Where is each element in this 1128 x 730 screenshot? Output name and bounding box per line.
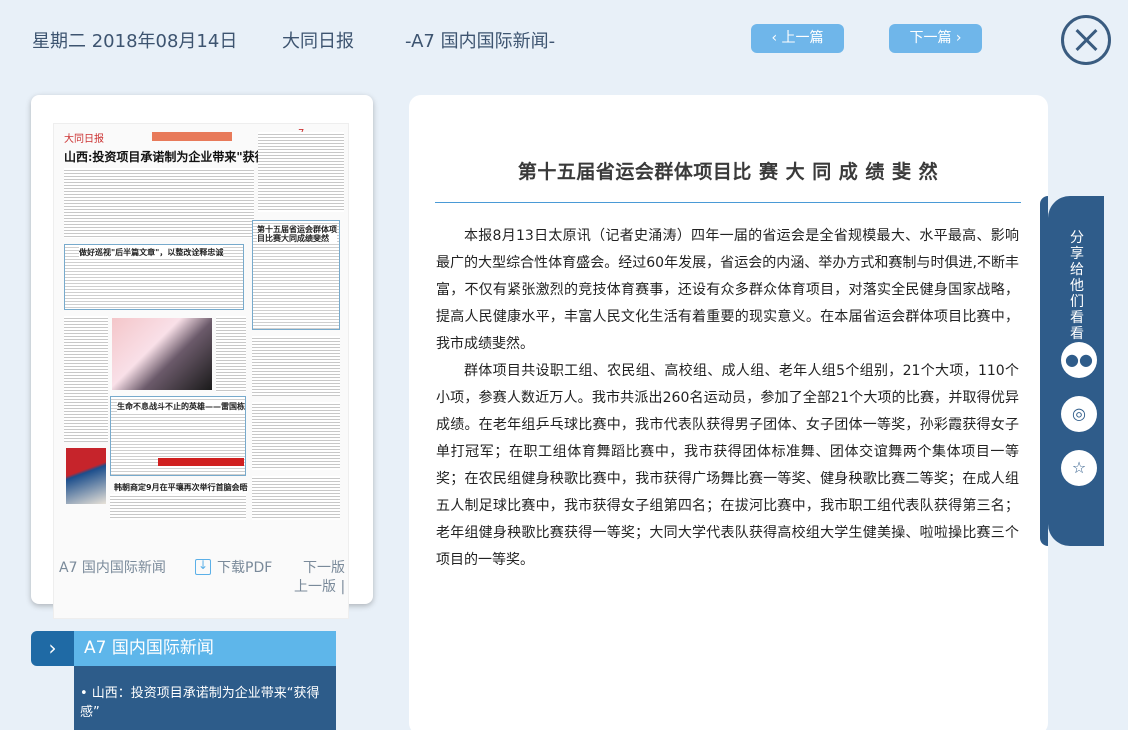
article-list: • 山西：投资项目承诺制为企业带来“获得感” bbox=[74, 666, 336, 730]
top-bar: 星期二 2018年08月14日 大同日报 -A7 国内国际新闻- ‹ 上一篇 下… bbox=[0, 0, 1128, 80]
thumbnail-photo bbox=[112, 318, 212, 390]
issue-date: 星期二 2018年08月14日 bbox=[32, 31, 238, 52]
thumbnail-section-bar bbox=[152, 132, 232, 141]
thumbnail-portrait-photo bbox=[66, 448, 106, 504]
chevron-right-icon: › bbox=[31, 631, 74, 666]
article-body: 本报8月13日太原讯（记者史涌涛）四年一届的省运会是全省规模最大、水平最高、影响… bbox=[436, 223, 1019, 574]
thumbnail-box-title: 做好巡视"后半篇文章"，以整改诠释忠诚 bbox=[79, 247, 224, 258]
newspaper-page-thumbnail[interactable]: 大同日报 7 山西:投资项目承诺制为企业带来"获得感" 做好巡视"后半篇文章"，… bbox=[53, 123, 349, 619]
next-page-link[interactable]: 下一版 bbox=[303, 557, 345, 577]
article-list-header[interactable]: › A7 国内国际新闻 bbox=[31, 631, 336, 666]
thumbnail-text-block bbox=[252, 476, 340, 520]
thumbnail-text-block bbox=[258, 132, 344, 212]
newspaper-name: 大同日报 bbox=[282, 31, 354, 52]
page-section-label: A7 国内国际新闻 bbox=[59, 560, 166, 576]
close-icon[interactable] bbox=[1061, 15, 1111, 65]
thumbnail-masthead: 大同日报 bbox=[64, 134, 104, 145]
thumbnail-red-banner bbox=[158, 458, 244, 466]
weibo-icon[interactable]: ◎ bbox=[1061, 396, 1097, 432]
prev-article-button[interactable]: ‹ 上一篇 bbox=[751, 24, 844, 53]
article-paragraph: 本报8月13日太原讯（记者史涌涛）四年一届的省运会是全省规模最大、水平最高、影响… bbox=[436, 228, 1019, 352]
thumbnail-text-block bbox=[110, 494, 246, 520]
thumbnail-box-title: 生命不息战斗不止的英雄——雷国栋 bbox=[117, 401, 245, 412]
download-pdf-link[interactable]: 下载PDF bbox=[217, 557, 272, 577]
page-thumbnail-card: 大同日报 7 山西:投资项目承诺制为企业带来"获得感" 做好巡视"后半篇文章"，… bbox=[31, 95, 373, 619]
pdf-download-icon[interactable] bbox=[195, 558, 211, 575]
prev-article-label: 上一篇 bbox=[781, 30, 824, 46]
article-title: 第十五届省运会群体项目比 赛 大 同 成 绩 斐 然 bbox=[517, 161, 939, 183]
next-article-button[interactable]: 下一篇 › bbox=[889, 24, 982, 53]
thumbnail-article-box: 做好巡视"后半篇文章"，以整改诠释忠诚 bbox=[64, 244, 244, 310]
prev-page-link[interactable]: 上一版 | bbox=[294, 576, 345, 596]
thumbnail-headline: 山西:投资项目承诺制为企业带来"获得感" bbox=[64, 150, 259, 164]
wechat-icon[interactable]: ●● bbox=[1061, 342, 1097, 378]
thumbnail-article-box: 第十五届省运会群体项目比赛大同成绩斐然 bbox=[252, 220, 340, 330]
share-label: 分享给他们看看 bbox=[1070, 230, 1084, 342]
thumbnail-text-block bbox=[216, 316, 246, 392]
thumbnail-box-title: 第十五届省运会群体项目比赛大同成绩斐然 bbox=[257, 225, 337, 243]
qzone-icon[interactable]: ☆ bbox=[1061, 450, 1097, 486]
next-article-label: 下一篇 bbox=[909, 30, 952, 46]
thumbnail-text-block bbox=[252, 336, 340, 396]
article-paragraph: 群体项目共设职工组、农民组、高校组、成人组、老年人组5个组别，21个大项，110… bbox=[436, 363, 1019, 568]
article-list-item[interactable]: • 山西：投资项目承诺制为企业带来“获得感” bbox=[80, 684, 332, 722]
thumbnail-box-title: 韩朝商定9月在平壤再次举行首脑会晤 bbox=[114, 482, 248, 493]
title-divider bbox=[435, 202, 1021, 203]
article-list-title: A7 国内国际新闻 bbox=[74, 631, 336, 666]
article-panel: 第十五届省运会群体项目比 赛 大 同 成 绩 斐 然 本报8月13日太原讯（记者… bbox=[409, 95, 1048, 730]
share-sidebar: 分享给他们看看 ●● ◎ ☆ bbox=[1040, 196, 1104, 546]
thumbnail-text-block bbox=[64, 168, 254, 238]
section-name: -A7 国内国际新闻- bbox=[405, 31, 556, 52]
thumbnail-text-block bbox=[64, 316, 108, 442]
thumbnail-text-block bbox=[252, 402, 340, 470]
